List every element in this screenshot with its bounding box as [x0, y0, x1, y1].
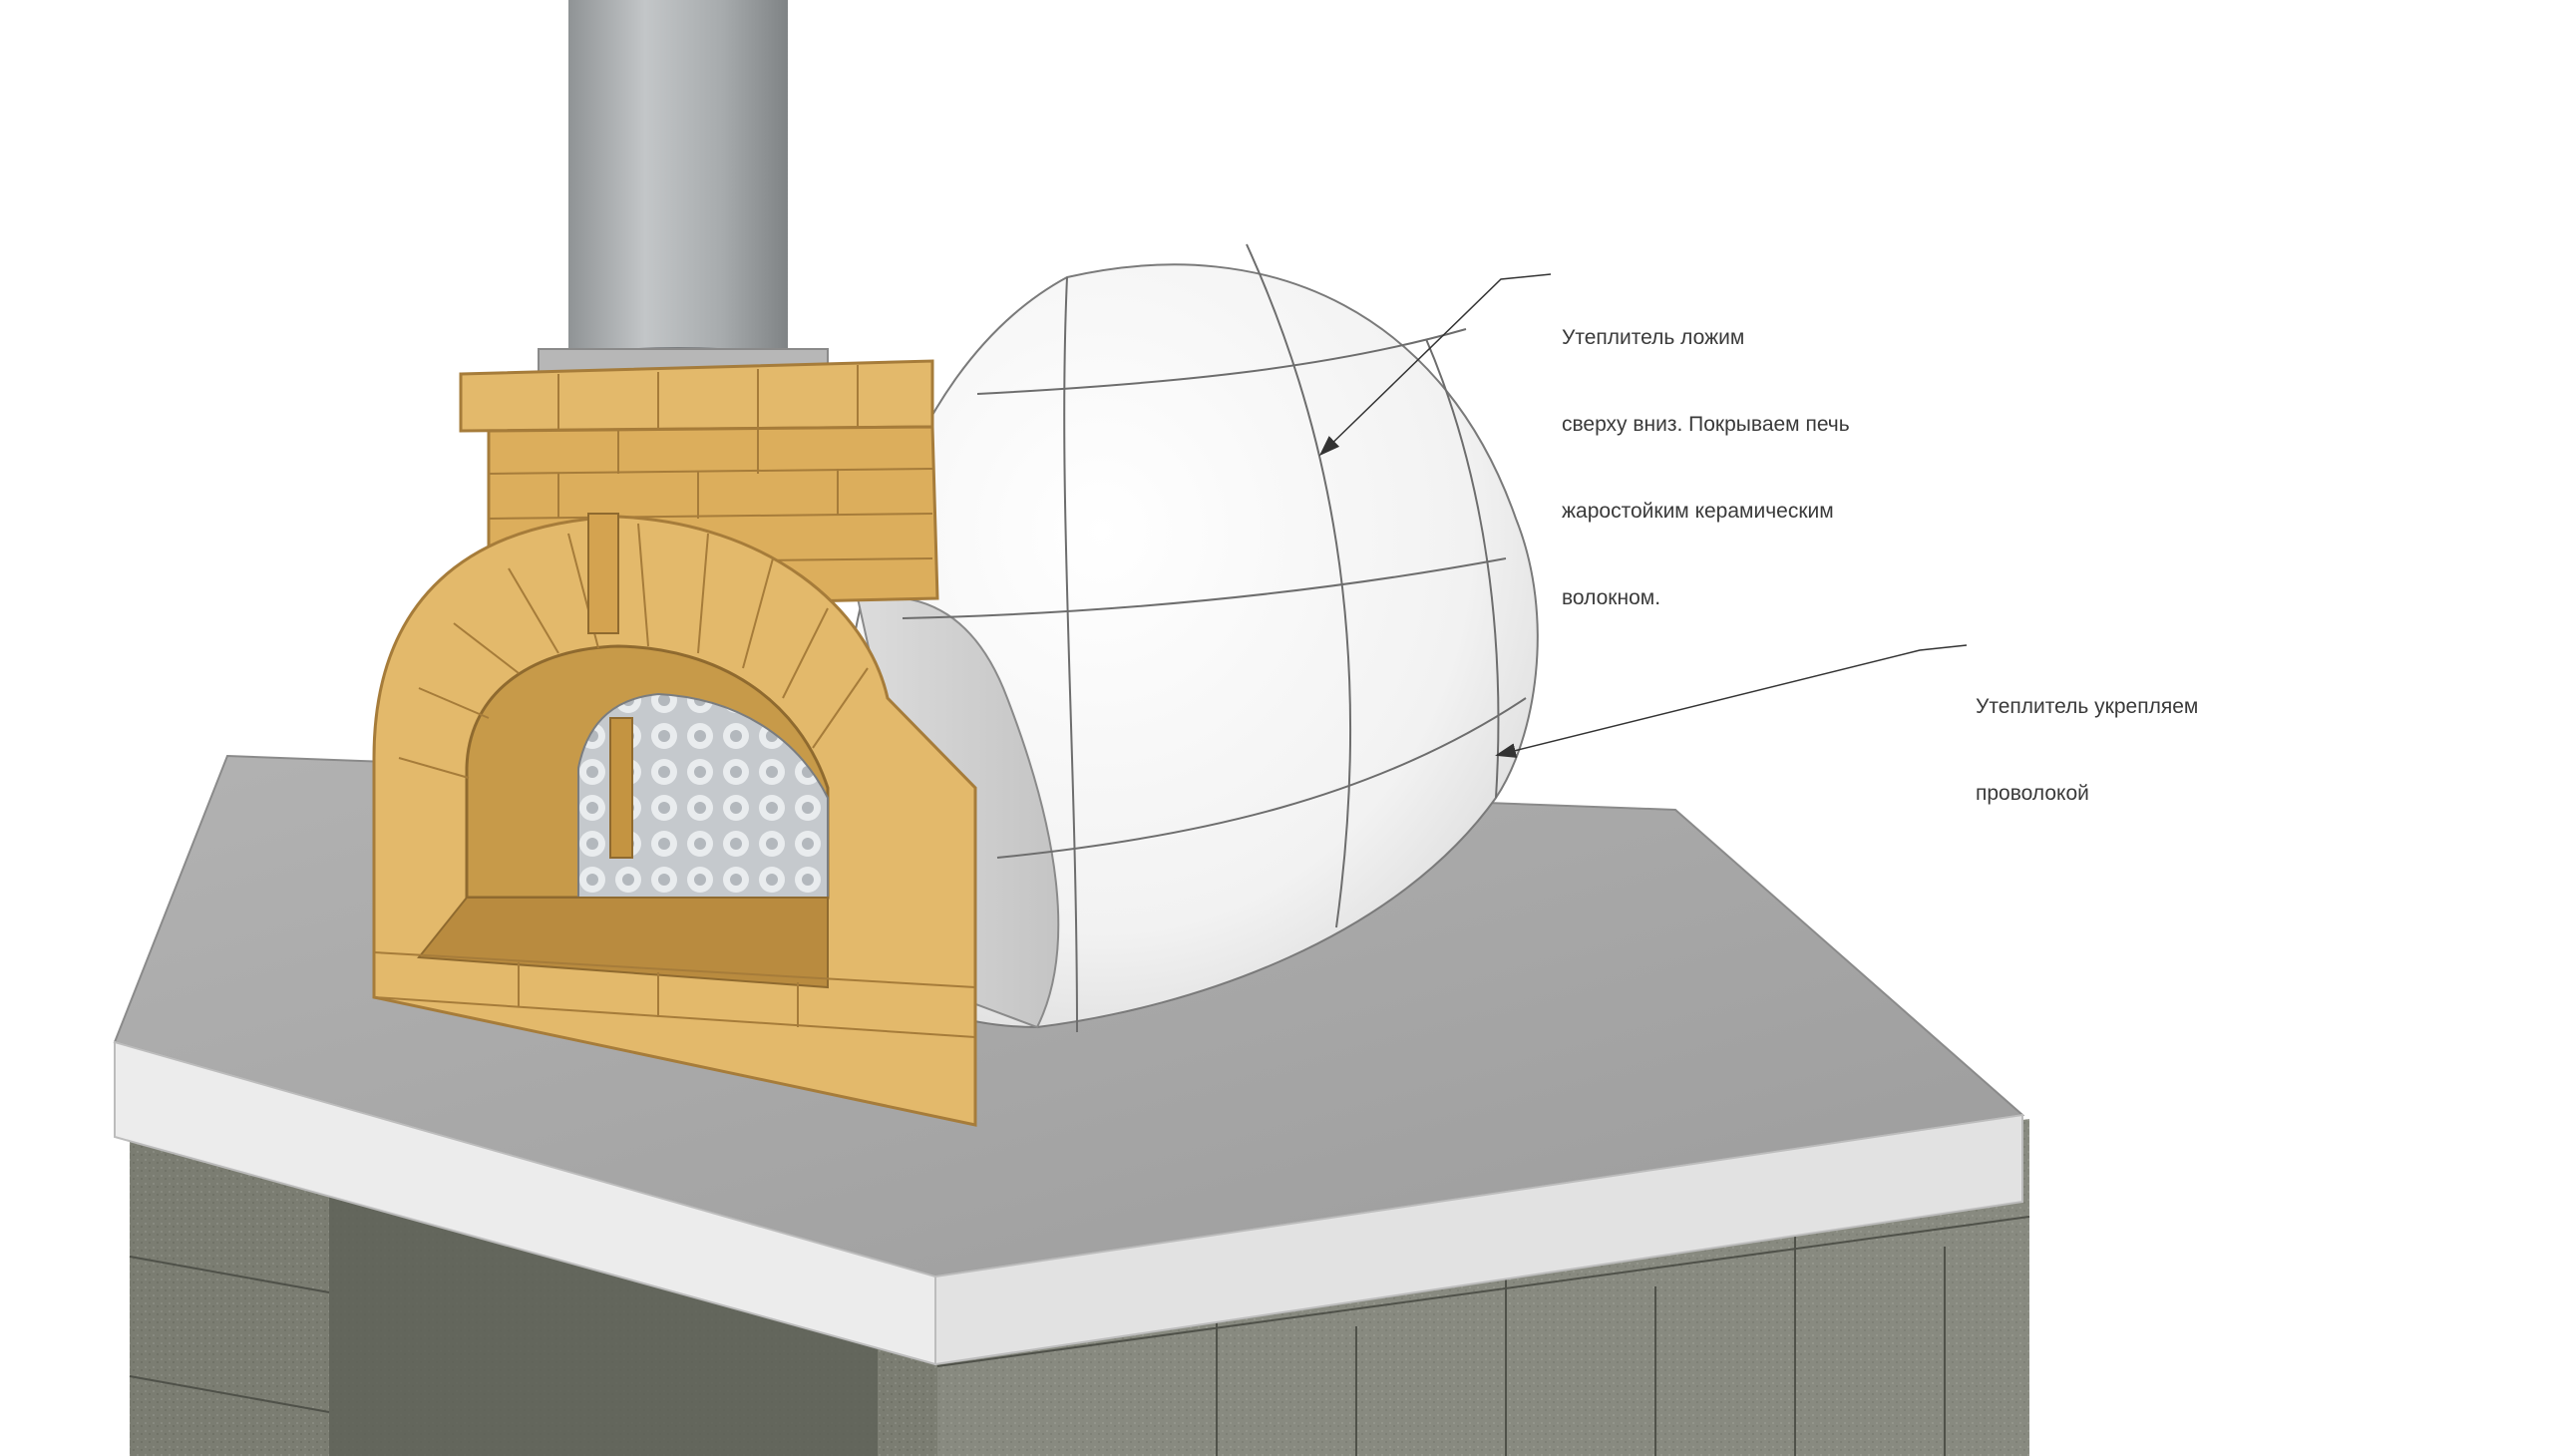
chimney-pipe — [538, 0, 829, 376]
callout-line: Утеплитель укрепляем — [1976, 695, 2199, 718]
callout-line: жаростойким керамическим — [1562, 500, 1834, 523]
callout-insulation-top: Утеплитель ложим сверху вниз. Покрываем … — [1562, 265, 1850, 641]
callout-line: Утеплитель ложим — [1562, 326, 1745, 349]
callout-line: сверху вниз. Покрываем печь — [1562, 413, 1850, 436]
callout-line: проволокой — [1976, 782, 2089, 805]
callout-line: волокном. — [1562, 586, 1661, 609]
callout-insulation-wire: Утеплитель укрепляем проволокой — [1976, 634, 2198, 837]
leader-arrow-insulation-wire — [1495, 644, 1968, 758]
